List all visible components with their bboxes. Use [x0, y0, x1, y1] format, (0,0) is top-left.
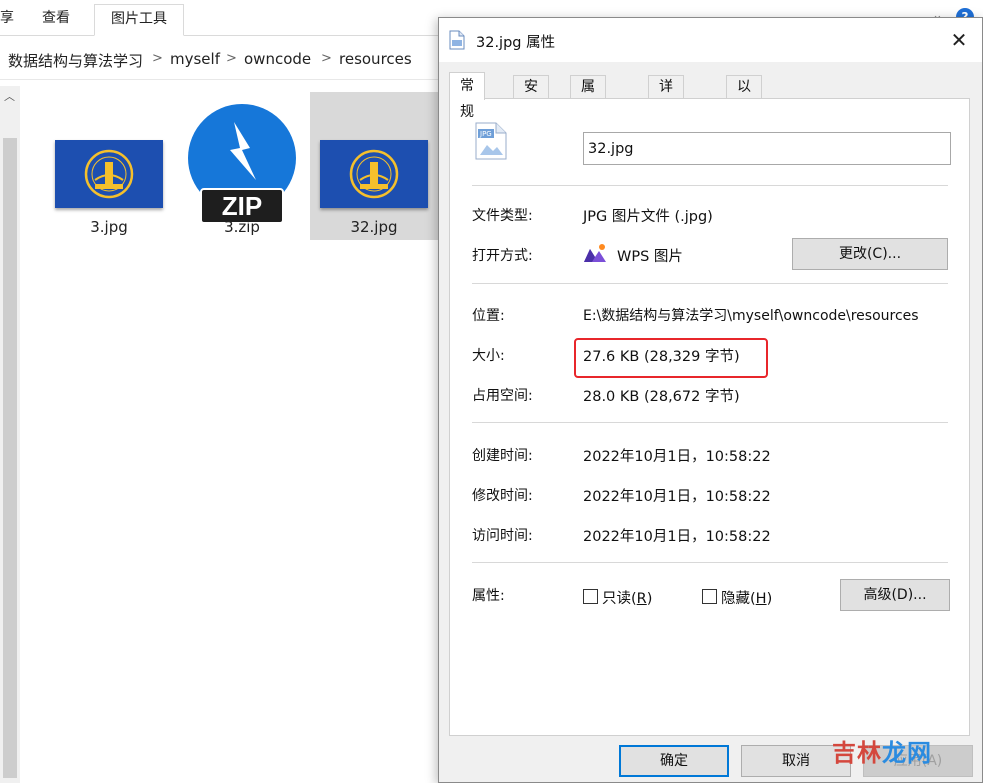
ribbon-tab-share[interactable]: 享 [0, 4, 14, 36]
breadcrumb-separator[interactable]: > [321, 51, 332, 66]
properties-dialog: 32.jpg 属性 ✕ 常规 安全 属性修改 详细信息 以前的版本 JPG 文件… [438, 17, 983, 783]
breadcrumb-separator[interactable]: > [152, 51, 163, 66]
file-item[interactable]: 3.jpg [45, 92, 173, 240]
file-item-selected[interactable]: 32.jpg [310, 92, 438, 240]
image-file-icon [449, 30, 465, 50]
vertical-scrollbar[interactable]: ︿ [0, 86, 20, 783]
divider [472, 422, 948, 423]
wps-picture-icon [584, 244, 606, 262]
close-icon[interactable]: ✕ [937, 22, 981, 58]
breadcrumb-item[interactable]: resources [339, 50, 412, 68]
image-thumbnail [55, 140, 163, 208]
file-item[interactable]: ZIP 3.zip [178, 92, 306, 240]
dialog-title: 32.jpg 属性 [476, 35, 556, 51]
location-value: E:\数据结构与算法学习\myself\owncode\resources [583, 308, 919, 324]
file-type-label: 文件类型: [472, 208, 533, 224]
file-type-value: JPG 图片文件 (.jpg) [583, 209, 713, 225]
divider [472, 283, 948, 284]
hidden-checkbox-label[interactable]: 隐藏(H) [721, 587, 772, 608]
general-tab-panel: JPG 文件类型: JPG 图片文件 (.jpg) 打开方式: WPS 图片 更… [449, 98, 970, 736]
scroll-up-icon[interactable]: ︿ [4, 88, 15, 104]
file-name: 3.jpg [90, 218, 128, 236]
tab-security[interactable]: 安全 [513, 75, 549, 118]
tab-general[interactable]: 常规 [449, 72, 485, 120]
change-button[interactable]: 更改(C)... [792, 238, 948, 270]
file-name: 32.jpg [350, 218, 398, 236]
divider [472, 562, 948, 563]
advanced-button[interactable]: 高级(D)... [840, 579, 950, 611]
accessed-value: 2022年10月1日，10:58:22 [583, 529, 771, 545]
image-thumbnail [320, 140, 428, 208]
svg-text:JPG: JPG [479, 130, 492, 138]
created-label: 创建时间: [472, 448, 533, 464]
jpg-file-icon: JPG [475, 122, 507, 160]
ok-button[interactable]: 确定 [619, 745, 729, 777]
size-label: 大小: [472, 348, 505, 364]
created-value: 2022年10月1日，10:58:22 [583, 449, 771, 465]
ribbon-tab-picture-tools[interactable]: 图片工具 [94, 4, 184, 36]
readonly-checkbox-label[interactable]: 只读(R) [602, 587, 652, 608]
modified-value: 2022年10月1日，10:58:22 [583, 489, 771, 505]
tab-details[interactable]: 详细信息 [648, 75, 684, 164]
breadcrumb-separator[interactable]: > [226, 51, 237, 66]
location-label: 位置: [472, 308, 505, 324]
attributes-label: 属性: [472, 588, 505, 604]
tab-previous-versions[interactable]: 以前的版本 [726, 75, 762, 187]
open-with-label: 打开方式: [472, 248, 533, 264]
accessed-label: 访问时间: [472, 528, 533, 544]
file-name: 3.zip [224, 218, 260, 236]
filename-input[interactable] [583, 132, 951, 165]
breadcrumb-item[interactable]: owncode [244, 50, 311, 68]
readonly-checkbox[interactable] [583, 589, 598, 604]
scrollbar-thumb[interactable] [3, 138, 17, 778]
breadcrumb-item[interactable]: 数据结构与算法学习 [8, 50, 143, 71]
dialog-titlebar[interactable]: 32.jpg 属性 ✕ [439, 18, 982, 62]
size-highlight-annotation [574, 338, 768, 378]
hidden-checkbox[interactable] [702, 589, 717, 604]
ribbon-tab-view[interactable]: 查看 [42, 4, 70, 36]
disk-usage-value: 28.0 KB (28,672 字节) [583, 389, 740, 405]
breadcrumb-item[interactable]: myself [170, 50, 220, 68]
divider [472, 185, 948, 186]
site-watermark: 吉林龙网 [832, 739, 932, 767]
modified-label: 修改时间: [472, 488, 533, 504]
disk-usage-label: 占用空间: [472, 388, 533, 404]
tab-attribute-modify[interactable]: 属性修改 [570, 75, 606, 164]
open-with-app: WPS 图片 [617, 249, 683, 265]
